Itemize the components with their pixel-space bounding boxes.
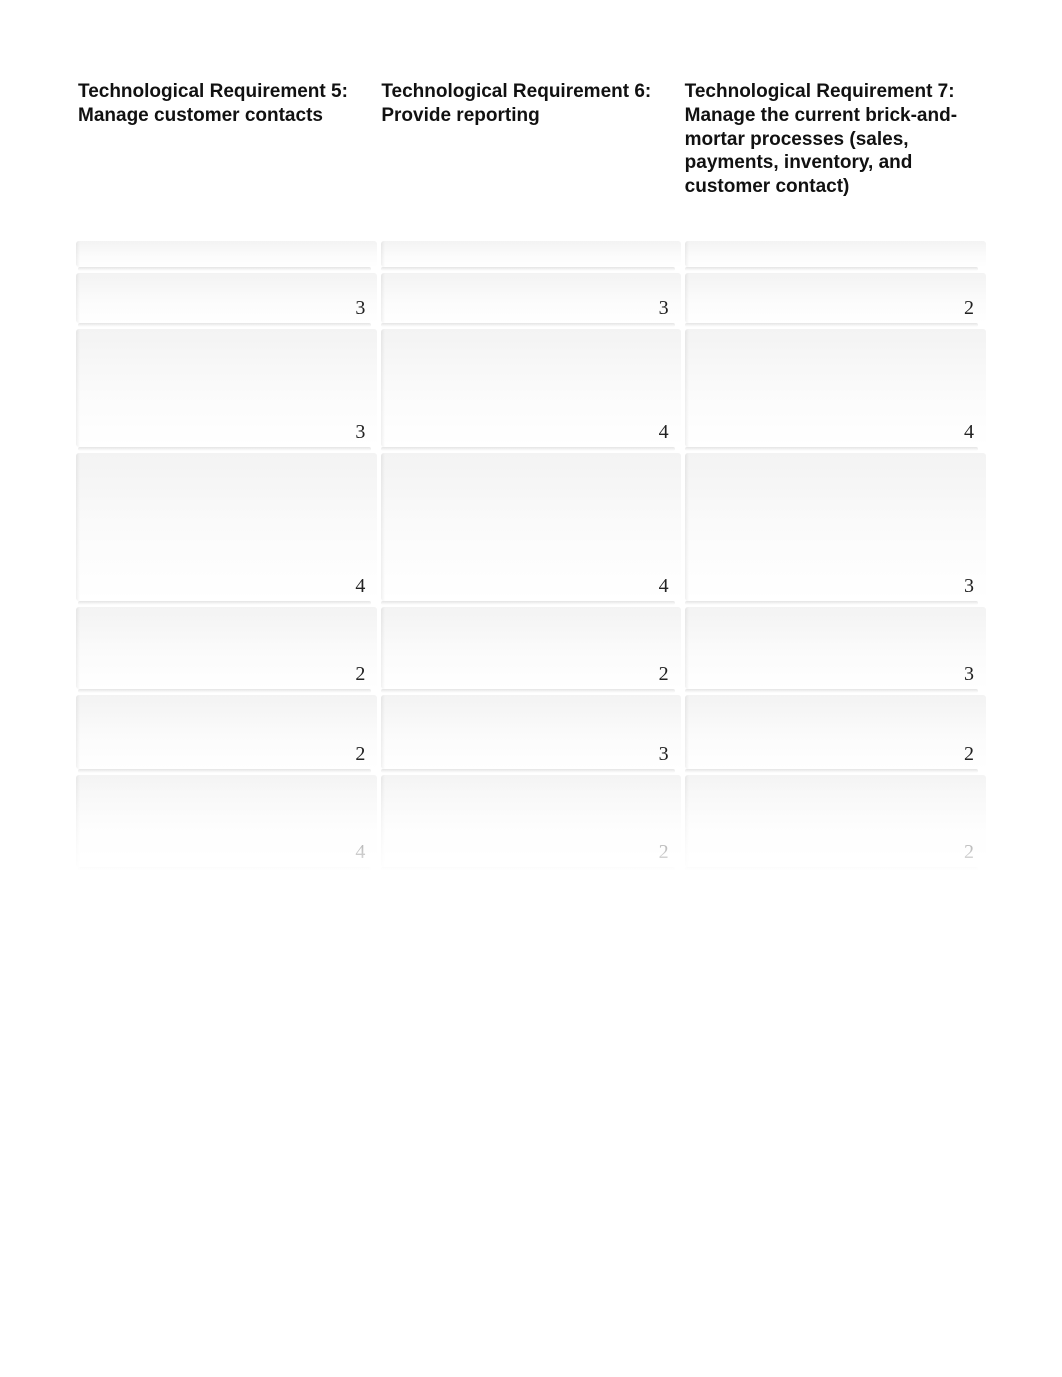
table-row [76, 241, 986, 273]
table-body: 3 3 2 3 4 4 4 4 3 2 2 3 2 3 2 [76, 241, 986, 873]
table-row: 2 3 2 [76, 695, 986, 775]
table-cell [76, 241, 379, 273]
cell-value: 3 [76, 329, 377, 447]
cell-value: 2 [76, 695, 377, 769]
table-row: 4 2 2 [76, 775, 986, 873]
requirements-table: Technological Requirement 5: Manage cust… [76, 78, 986, 873]
table-cell: 3 [76, 329, 379, 453]
table-cell: 2 [683, 695, 986, 775]
cell-value: 2 [381, 775, 680, 867]
table-row: 3 4 4 [76, 329, 986, 453]
table-cell: 2 [76, 695, 379, 775]
table-cell: 3 [379, 273, 682, 329]
cell-value [381, 241, 680, 267]
cell-value: 4 [76, 453, 377, 601]
table-cell [379, 241, 682, 273]
table-row: 3 3 2 [76, 273, 986, 329]
table-cell: 2 [379, 607, 682, 695]
cell-value [685, 241, 986, 267]
table-cell: 3 [379, 695, 682, 775]
table-row: 4 4 3 [76, 453, 986, 607]
table-cell: 3 [76, 273, 379, 329]
cell-value: 2 [685, 775, 986, 867]
table-cell: 3 [683, 453, 986, 607]
table-row: 2 2 3 [76, 607, 986, 695]
cell-value: 3 [76, 273, 377, 323]
table-cell: 2 [683, 273, 986, 329]
header-req-7: Technological Requirement 7: Manage the … [683, 78, 986, 241]
table-cell: 4 [379, 329, 682, 453]
table-header-row: Technological Requirement 5: Manage cust… [76, 78, 986, 241]
cell-value: 2 [685, 273, 986, 323]
header-req-5: Technological Requirement 5: Manage cust… [76, 78, 379, 241]
cell-value: 2 [381, 607, 680, 689]
cell-value: 3 [381, 695, 680, 769]
cell-value: 4 [381, 453, 680, 601]
table-cell: 4 [76, 453, 379, 607]
table-cell: 2 [683, 775, 986, 873]
cell-value: 3 [685, 607, 986, 689]
cell-value: 4 [685, 329, 986, 447]
cell-value: 2 [76, 607, 377, 689]
table-cell: 2 [76, 607, 379, 695]
cell-value: 3 [685, 453, 986, 601]
page: Technological Requirement 5: Manage cust… [0, 0, 1062, 873]
cell-value: 2 [685, 695, 986, 769]
cell-value: 4 [381, 329, 680, 447]
table-cell: 4 [76, 775, 379, 873]
table-cell: 3 [683, 607, 986, 695]
table-cell: 4 [683, 329, 986, 453]
cell-value: 4 [76, 775, 377, 867]
table-cell: 4 [379, 453, 682, 607]
cell-value: 3 [381, 273, 680, 323]
header-req-6: Technological Requirement 6: Provide rep… [379, 78, 682, 241]
table-cell [683, 241, 986, 273]
table-cell: 2 [379, 775, 682, 873]
cell-value [76, 241, 377, 267]
